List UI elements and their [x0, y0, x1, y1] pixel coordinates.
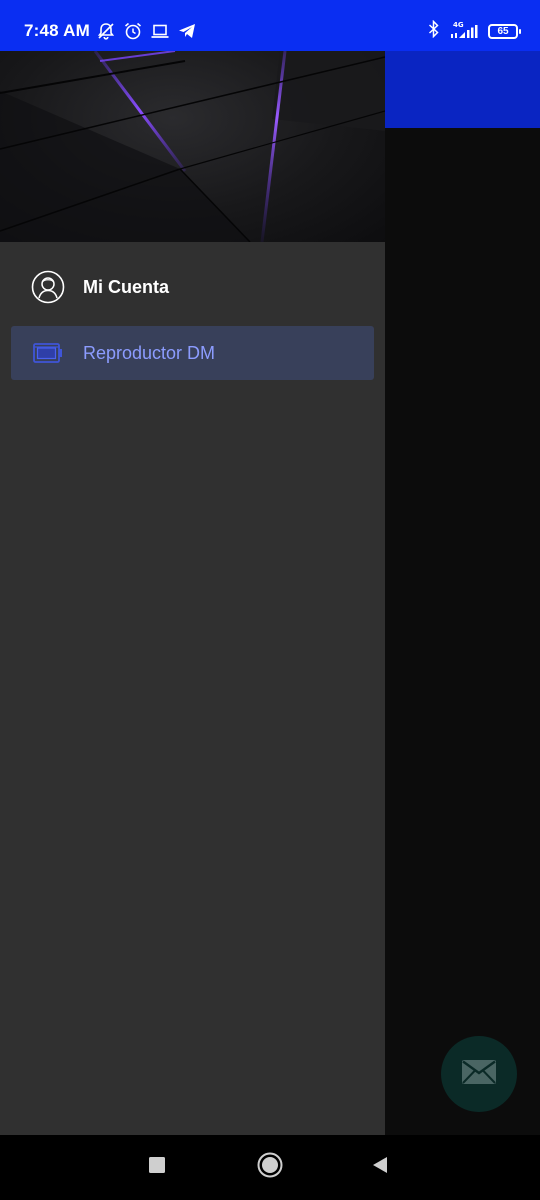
drawer-menu: Mi Cuenta Reproductor DM — [0, 242, 385, 380]
back-icon — [371, 1156, 389, 1179]
account-icon — [31, 270, 65, 304]
signal-icon: 4G — [449, 20, 479, 41]
laptop-icon — [150, 21, 170, 41]
drawer-header-image — [0, 51, 385, 242]
mail-icon — [462, 1059, 496, 1089]
home-icon — [257, 1152, 283, 1183]
drawer-item-mi-cuenta[interactable]: Mi Cuenta — [11, 260, 374, 314]
mute-notifications-icon — [96, 21, 116, 41]
drawer-item-label: Mi Cuenta — [83, 276, 170, 297]
recents-button[interactable] — [122, 1135, 192, 1200]
home-button[interactable] — [235, 1135, 305, 1200]
telegram-icon — [177, 21, 197, 41]
network-type: 4G — [453, 20, 464, 29]
battery-icon: 65 — [488, 24, 521, 39]
battery-level: 65 — [497, 25, 509, 37]
drawer-item-reproductor-dm[interactable]: Reproductor DM — [11, 326, 374, 380]
navigation-drawer: Mi Cuenta Reproductor DM — [0, 51, 385, 1135]
status-time: 7:48 AM — [24, 21, 90, 40]
status-bar: 7:48 AM 4G 65 — [0, 0, 540, 51]
app-toolbar — [385, 51, 540, 128]
alarm-icon — [123, 21, 143, 41]
bluetooth-icon — [428, 19, 440, 43]
fab-mail-button[interactable] — [441, 1036, 517, 1112]
back-button[interactable] — [345, 1135, 415, 1200]
player-icon — [31, 336, 65, 370]
system-nav-bar — [0, 1135, 540, 1200]
recents-icon — [148, 1156, 166, 1179]
drawer-item-label: Reproductor DM — [83, 342, 216, 363]
